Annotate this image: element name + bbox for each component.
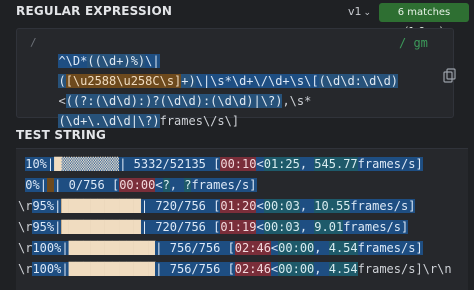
match-bar: ███████████ [61,199,141,213]
match-suffix: frames/s] [350,199,416,213]
match-bar: ████████████ [68,262,156,276]
match-count: 720/756 [148,199,214,213]
match-elapsed: 00:00 [119,178,156,192]
match-eta: 00:00 [278,262,315,276]
match-count: 5332/52135 [126,157,214,171]
match-rate: 4.54 [328,241,358,255]
match-elapsed: 00:10 [220,157,257,171]
version-select[interactable]: v1 ⌄ [348,5,371,18]
match-eta: 00:03 [263,199,300,213]
test-line-3[interactable]: \r95%|███████████| 720/756 [01:20<00:03,… [18,196,416,216]
regex-line-1[interactable]: ^\D*((\d+)%)\| [44,34,160,68]
match-count: 720/756 [148,220,214,234]
regex-flags[interactable]: / gm [399,36,428,50]
match-bar: ███████████ [61,220,141,234]
version-label: v1 [348,5,362,18]
test-line-1[interactable]: 10%|█▒▒▒▒▒▒▒▒| 5332/52135 [00:10<01:25, … [18,154,423,174]
regex-group: (\d\d:\d\d) [318,74,399,88]
regex-line-3[interactable]: <((?:(\d\d):)?(\d\d):(\d\d)|\?),\s* [44,74,311,108]
regex-line-4[interactable]: (\d+\.\d\d|\?)frames\/s\] [44,94,239,128]
match-elapsed: 02:46 [234,262,271,276]
match-rate: 10.55 [314,199,351,213]
match-count-badge: 6 matches (1.6ms) [379,3,469,37]
match-eta: 00:03 [263,220,300,234]
match-suffix: frames/s]\r\n [357,262,452,276]
test-section-title: TEST STRING [16,128,107,142]
test-line-4[interactable]: \r95%|███████████| 720/756 [01:19<00:03,… [18,217,409,237]
test-header: TEST STRING [0,124,474,148]
match-count: 756/756 [162,241,228,255]
regex-line-2[interactable]: ([\u2588\u258C\s]+)\|\s*\d+\/\d+\s\[(\d\… [44,54,399,88]
regex-header: REGULAR EXPRESSION v1⌄ 6 matches (1.6ms) [0,0,474,37]
match-suffix: frames/s] [357,241,423,255]
match-percent: 0% [25,178,40,192]
match-rate: 545.77 [314,157,358,171]
match-rate: 9.01 [314,220,344,234]
chevron-down-icon: ⌄ [363,8,372,18]
match-eta: 00:00 [278,241,315,255]
match-eta: 01:25 [263,157,300,171]
line-prefix: \r [18,199,33,213]
regex-token: ,\s* [282,94,312,108]
line-prefix: \r [18,262,33,276]
match-percent: 100% [32,241,62,255]
match-bar: ████████████ [68,241,156,255]
line-prefix: \r [18,241,33,255]
copy-icon[interactable] [443,68,457,84]
line-prefix: \r [18,220,33,234]
match-percent: 10% [25,157,47,171]
regex-section-title: REGULAR EXPRESSION [16,4,173,18]
match-count: 756/756 [162,262,228,276]
match-suffix: frames/s] [357,157,423,171]
test-line-6[interactable]: \r100%|████████████| 756/756 [02:46<00:0… [18,259,452,279]
regex-open-delimiter: / [30,36,37,49]
match-suffix: frames/s] [343,220,409,234]
test-line-5[interactable]: \r100%|████████████| 756/756 [02:46<00:0… [18,238,423,258]
match-elapsed: 02:46 [234,241,271,255]
match-percent: 95% [32,220,55,234]
match-eta: ? [162,178,170,192]
test-line-2[interactable]: 0%| | 0/756 [00:00<?, ?frames/s] [18,175,257,195]
match-percent: 100% [32,262,62,276]
match-suffix: frames/s] [191,178,257,192]
match-count: 0/756 [61,178,112,192]
match-elapsed: 01:19 [220,220,257,234]
match-bar: █▒▒▒▒▒▒▒▒ [54,157,120,171]
match-rate: 4.54 [328,262,358,276]
match-percent: 95% [32,199,55,213]
match-elapsed: 01:20 [220,199,257,213]
